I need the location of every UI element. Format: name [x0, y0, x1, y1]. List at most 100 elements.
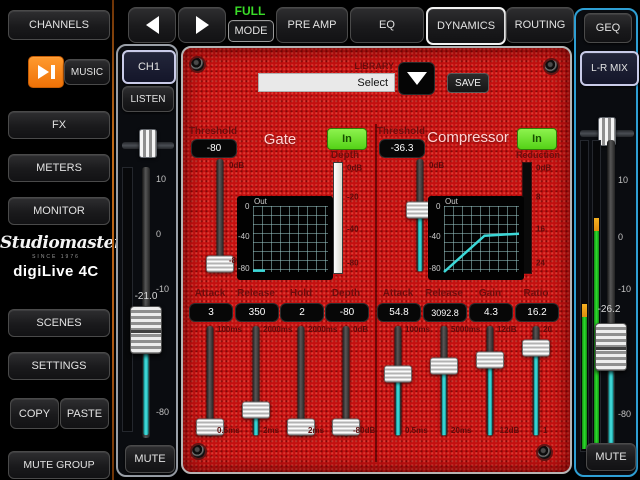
gate-in-button[interactable]: In	[327, 128, 367, 150]
param-label: Attack	[377, 288, 419, 299]
listen-button[interactable]: LISTEN	[122, 86, 174, 112]
settings-button[interactable]: SETTINGS	[8, 352, 110, 380]
gate-depth-scale: 0dB -20 -40 -80	[347, 162, 373, 274]
param-value: 3092.8	[423, 303, 467, 322]
fx-button[interactable]: FX	[8, 111, 110, 139]
gate-attack-control: Attack 3 100ms 0.5ms	[189, 288, 231, 444]
param-value: 2	[280, 303, 324, 322]
param-slider[interactable]	[383, 326, 413, 436]
music-button[interactable]: MUSIC	[64, 59, 110, 85]
param-slider[interactable]	[521, 326, 551, 436]
tab-eq[interactable]: EQ	[350, 7, 424, 43]
param-slider[interactable]	[475, 326, 505, 436]
fader-scale: 10 0 -10 -80	[156, 167, 178, 438]
param-slider[interactable]	[286, 326, 316, 436]
mix-select-lr[interactable]: L-R MIX	[580, 51, 639, 86]
mixer-dynamics-screen: CHANNELS MUSIC FX METERS MONITOR Studiom…	[0, 0, 640, 480]
param-slider[interactable]	[195, 326, 225, 436]
brand-logo: Studiomaster SINCE 1976 digiLive 4C	[0, 233, 112, 280]
scale-tick: -20	[347, 192, 373, 201]
graph-grid	[253, 206, 328, 272]
scale-tick: -80	[618, 409, 638, 419]
scale-tick: -40	[347, 225, 373, 234]
slider-thumb[interactable]	[242, 401, 270, 418]
gate-depth-meter	[333, 162, 343, 274]
graph-y-label: -40	[429, 232, 441, 241]
param-slider[interactable]	[241, 326, 271, 436]
comp-attack-control: Attack 54.8 100ms 0.5ms	[377, 288, 419, 444]
tab-dynamics[interactable]: DYNAMICS	[426, 7, 506, 45]
graph-y-label: 0	[436, 202, 440, 211]
left-arrow-icon	[146, 16, 159, 34]
tab-routing[interactable]: ROUTING	[506, 7, 574, 43]
full-mode-label: FULL	[226, 4, 274, 18]
graph-y-label: 0	[245, 202, 249, 211]
pan-slider-knob[interactable]	[139, 129, 157, 158]
scale-tick: 0dB	[347, 163, 373, 172]
studiomaster-logo: Studiomaster	[0, 233, 112, 253]
mute-group-button[interactable]: MUTE GROUP	[8, 451, 110, 479]
geq-button[interactable]: GEQ	[584, 13, 632, 43]
comp-in-button[interactable]: In	[517, 128, 557, 150]
graph-y-label: -80	[429, 264, 441, 273]
gate-hold-control: Hold 2 2000ms 2ms	[280, 288, 322, 444]
gate-threshold-label: Threshold	[188, 126, 238, 137]
library-label: LIBRARY	[314, 61, 394, 71]
scale-tick: 0dB	[536, 163, 562, 172]
dropdown-arrow-icon	[407, 72, 427, 85]
param-value: 4.3	[469, 303, 513, 322]
slider-thumb[interactable]	[476, 352, 504, 369]
scale-tick: -10	[618, 284, 638, 294]
scale-tick: 8	[536, 192, 562, 201]
param-label: Depth	[325, 288, 367, 299]
compressor-curve	[444, 234, 519, 272]
paste-button[interactable]: PASTE	[60, 398, 109, 429]
scale-tick: -10	[156, 284, 178, 294]
mode-button[interactable]: MODE	[228, 20, 274, 42]
right-mute-button[interactable]: MUTE	[586, 443, 636, 471]
channel-select-ch1[interactable]: CH1	[122, 50, 176, 84]
scale-tick: 10	[156, 174, 178, 184]
slider-fill	[396, 374, 400, 435]
channels-button[interactable]: CHANNELS	[8, 10, 110, 40]
sidebar-divider	[112, 0, 114, 480]
scale-tick: 0	[156, 229, 178, 239]
slider-fill	[534, 348, 538, 435]
param-label: Gain	[469, 288, 511, 299]
fader-scale: 10 0 -10 -80	[618, 140, 638, 456]
output-meter-left	[580, 140, 589, 452]
param-value: 54.8	[377, 303, 421, 322]
library-select-input[interactable]: Select	[258, 73, 395, 92]
scale-tick: -80	[347, 258, 373, 267]
param-slider[interactable]	[331, 326, 361, 436]
nav-next-button[interactable]	[178, 7, 226, 43]
comp-transfer-graph: Out 0 -40 -80	[428, 196, 524, 280]
graph-y-label: -40	[238, 232, 250, 241]
save-button[interactable]: SAVE	[447, 73, 489, 93]
gate-release-control: Release 350 2000ms 2ms	[235, 288, 277, 444]
meters-button[interactable]: METERS	[8, 154, 110, 182]
monitor-button[interactable]: MONITOR	[8, 197, 110, 225]
param-slider[interactable]	[429, 326, 459, 436]
param-label: Hold	[280, 288, 322, 299]
screw-icon	[191, 58, 204, 71]
slider-thumb[interactable]	[384, 366, 412, 383]
left-mute-button[interactable]: MUTE	[125, 445, 175, 473]
screw-icon	[538, 446, 551, 459]
studiomaster-tagline: SINCE 1976	[0, 254, 112, 260]
library-dropdown-button[interactable]	[398, 62, 435, 95]
nav-previous-button[interactable]	[128, 7, 176, 43]
graph-out-label: Out	[445, 197, 458, 206]
copy-button[interactable]: COPY	[10, 398, 59, 429]
param-label: Attack	[189, 288, 231, 299]
scenes-button[interactable]: SCENES	[8, 309, 110, 337]
param-label: Release	[423, 288, 465, 299]
slider-thumb[interactable]	[430, 357, 458, 374]
pause-bar-icon	[51, 65, 55, 79]
tab-pre-amp[interactable]: PRE AMP	[276, 7, 348, 43]
slider-fill	[442, 366, 446, 435]
slider-thumb[interactable]	[522, 340, 550, 357]
play-pause-button[interactable]	[28, 56, 64, 88]
screw-icon	[545, 60, 558, 73]
graph-out-label: Out	[254, 197, 267, 206]
